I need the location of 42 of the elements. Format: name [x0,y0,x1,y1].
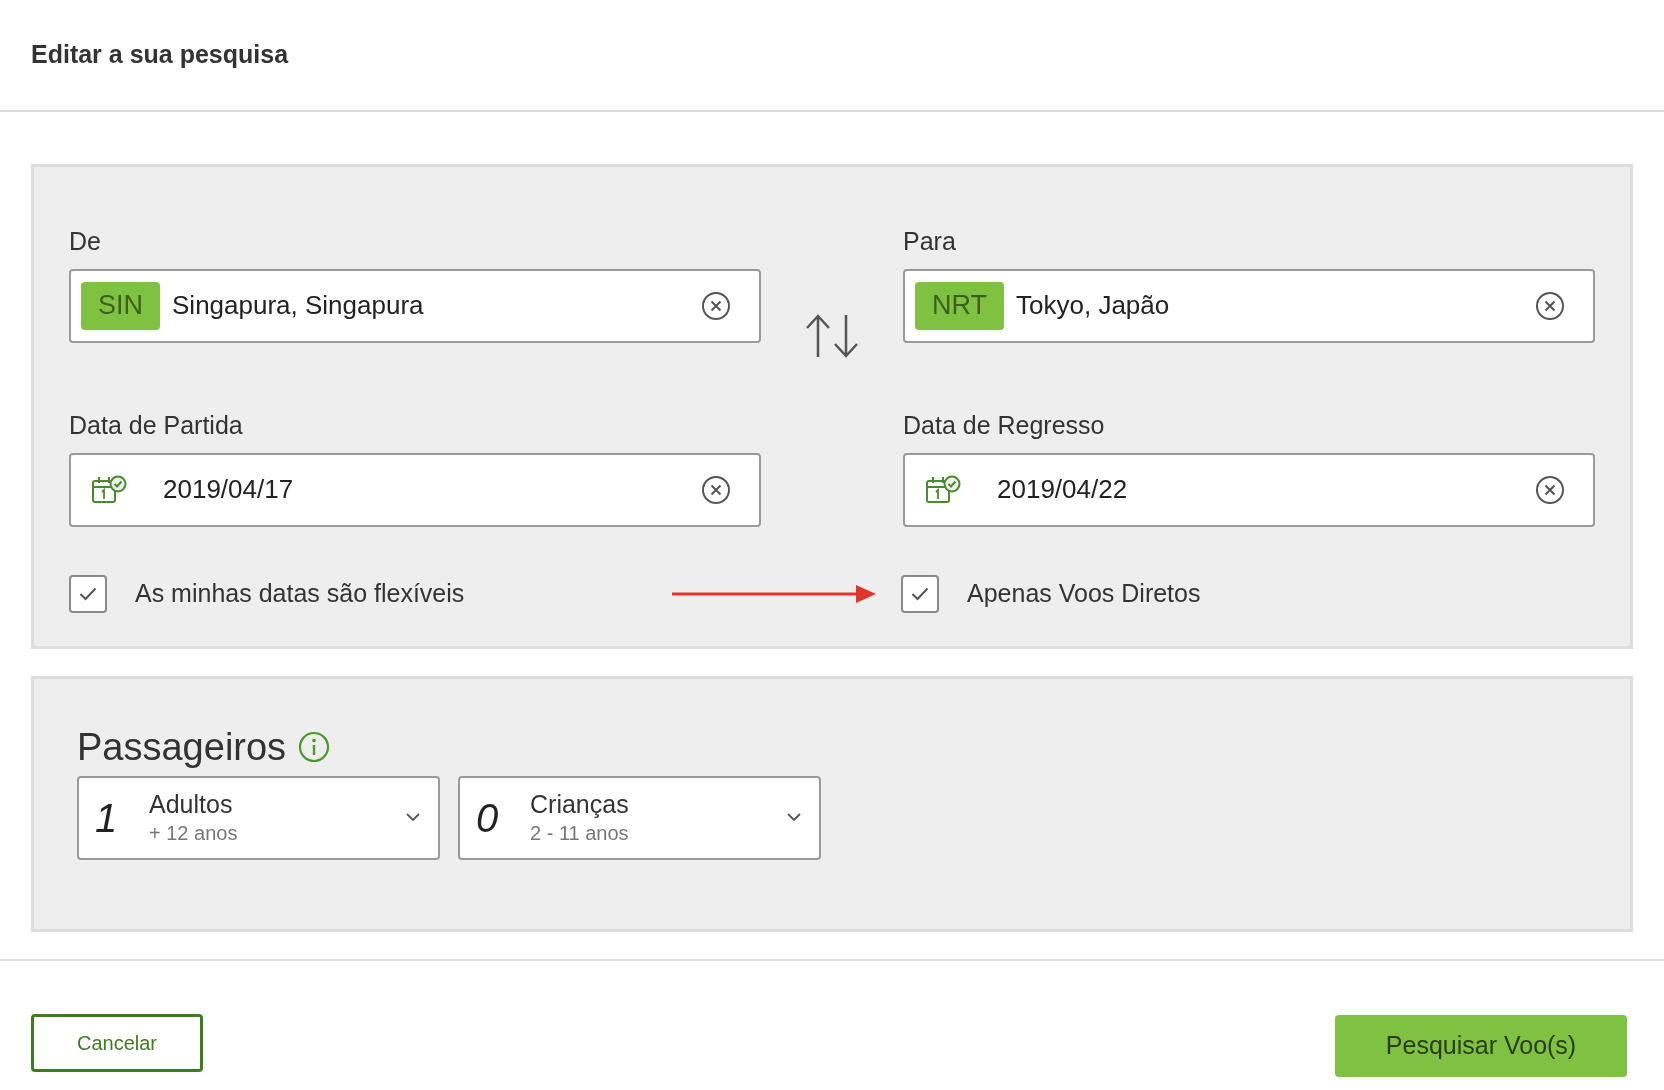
clear-icon[interactable] [1535,290,1565,321]
cancel-button[interactable]: Cancelar [31,1013,203,1072]
location-value: Tokyo, Japão [1016,289,1171,322]
calendar-icon [925,474,961,505]
date-value: 2019/04/17 [163,473,295,506]
field-label: De [69,226,102,257]
airport-code: NRT [915,281,1004,330]
passenger-ages: 2 - 11 anos [530,820,630,846]
chevron-down-icon [406,813,420,822]
passenger-dropdown[interactable]: 0 Crianças 2 - 11 anos [458,775,821,860]
checkbox[interactable] [901,574,939,613]
checkbox[interactable] [69,574,107,613]
checkbox-label: As minhas datas são flexíveis [135,577,465,609]
field-label: Para [903,226,957,257]
airport-code: SIN [81,281,160,330]
checkmark-icon [911,586,929,601]
location-field[interactable]: SIN Singapura, Singapura [69,268,761,343]
passenger-count: 0 [476,794,500,842]
chevron-down-icon [787,813,801,822]
date-field[interactable]: 2019/04/22 [903,452,1595,527]
field-label: Data de Regresso [903,410,1106,441]
clear-icon[interactable] [701,290,731,321]
location-value: Singapura, Singapura [172,289,425,322]
passenger-ages: + 12 anos [149,820,239,846]
search-flights-button[interactable]: Pesquisar Voo(s) [1335,1014,1627,1077]
clear-icon[interactable] [1535,474,1565,505]
passenger-type: Crianças [530,789,630,821]
swap-arrows-icon[interactable] [804,313,860,359]
checkmark-icon [79,586,97,601]
calendar-icon [91,474,127,505]
checkbox-label: Apenas Voos Diretos [967,577,1201,609]
passengers-heading: Passageiros [77,724,287,770]
passenger-type: Adultos [149,789,234,821]
clear-icon[interactable] [701,474,731,505]
dialog-title: Editar a sua pesquisa [31,39,289,71]
info-icon[interactable] [298,731,331,763]
passenger-dropdown[interactable]: 1 Adultos + 12 anos [77,775,440,860]
passenger-count: 1 [95,794,119,842]
location-field[interactable]: NRT Tokyo, Japão [903,268,1595,343]
date-value: 2019/04/22 [997,473,1129,506]
field-label: Data de Partida [69,410,244,441]
date-field[interactable]: 2019/04/17 [69,452,761,527]
